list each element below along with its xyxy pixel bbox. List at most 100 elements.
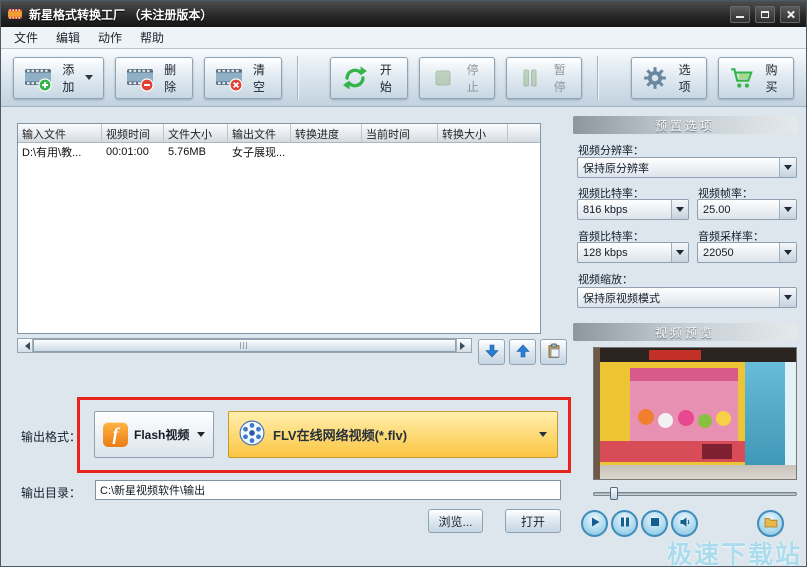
column-header-progress[interactable]: 转换进度	[291, 124, 362, 142]
scroll-right-button[interactable]	[456, 339, 471, 352]
video-bitrate-select[interactable]: 816 kbps	[577, 199, 689, 220]
window-controls	[730, 6, 800, 23]
preview-art-shape	[716, 411, 731, 426]
pause-playback-icon	[619, 516, 631, 531]
app-icon	[7, 6, 23, 22]
maximize-icon	[761, 11, 769, 18]
scroll-left-button[interactable]	[18, 339, 33, 352]
seek-slider[interactable]	[593, 487, 797, 500]
toolbar-separator	[297, 56, 299, 100]
format-select-value: FLV在线网络视频(*.flv)	[273, 425, 407, 444]
cell-output: 女子展现...	[228, 144, 291, 160]
preview-art-shape	[594, 465, 797, 480]
resolution-select[interactable]: 保持原分辨率	[577, 157, 797, 178]
pause-button[interactable]: 暂停	[506, 57, 582, 99]
paste-button[interactable]	[540, 339, 567, 365]
preview-art-shape	[649, 350, 701, 360]
preview-art-shape	[638, 409, 654, 425]
frame-rate-dropdown-icon[interactable]	[779, 200, 796, 219]
scrollbar-grip-icon	[240, 342, 249, 349]
preview-art-shape	[785, 348, 797, 480]
horizontal-scrollbar[interactable]	[17, 338, 472, 353]
scrollbar-track[interactable]	[33, 339, 456, 352]
cell-size: 5.76MB	[164, 146, 228, 158]
move-down-button[interactable]	[478, 339, 505, 365]
pause-button-label: 暂停	[548, 61, 571, 95]
stop-icon	[430, 65, 456, 91]
start-button-label: 开始	[374, 61, 397, 95]
clipboard-icon	[546, 343, 562, 362]
minimize-icon	[736, 16, 744, 18]
video-bitrate-dropdown-icon[interactable]	[671, 200, 688, 219]
move-up-button[interactable]	[509, 339, 536, 365]
buy-button[interactable]: 购买	[718, 57, 794, 99]
film-remove-icon	[126, 64, 154, 92]
window-title: 新星格式转换工厂 （未注册版本）	[29, 6, 212, 23]
pause-playback-button[interactable]	[611, 510, 638, 537]
play-button[interactable]	[581, 510, 608, 537]
clear-button[interactable]: 清空	[204, 57, 282, 99]
app-window: 新星格式转换工厂 （未注册版本） 文件 编辑 动作 帮助 添加 删除	[0, 0, 807, 567]
seek-thumb[interactable]	[610, 487, 618, 500]
output-dir-label: 输出目录：	[21, 484, 81, 501]
volume-button[interactable]	[671, 510, 698, 537]
column-header-input[interactable]: 输入文件	[18, 124, 102, 142]
cell-input: D:\有用\教...	[18, 144, 102, 160]
column-header-size[interactable]: 文件大小	[164, 124, 228, 142]
audio-bitrate-value: 128 kbps	[578, 247, 628, 259]
browse-button[interactable]: 浏览...	[428, 509, 483, 533]
file-row[interactable]: D:\有用\教... 00:01:00 5.76MB 女子展现...	[18, 143, 540, 160]
titlebar: 新星格式转换工厂 （未注册版本）	[1, 1, 806, 27]
sample-rate-select[interactable]: 22050	[697, 242, 797, 263]
format-highlight-box: f Flash视频 FLV在线网络视频(*.flv)	[77, 397, 571, 473]
video-scale-select[interactable]: 保持原视频模式	[577, 287, 797, 308]
menu-help[interactable]: 帮助	[131, 27, 173, 48]
start-icon	[341, 64, 369, 92]
video-scale-label: 视频缩放：	[578, 271, 633, 287]
category-dropdown-icon	[197, 432, 205, 441]
seek-track[interactable]	[593, 492, 797, 496]
flash-icon: f	[103, 422, 128, 447]
add-button[interactable]: 添加	[13, 57, 104, 99]
menu-file[interactable]: 文件	[5, 27, 47, 48]
maximize-button[interactable]	[755, 6, 775, 23]
open-output-folder-button[interactable]	[757, 510, 784, 537]
scrollbar-thumb[interactable]	[33, 339, 456, 352]
arrow-up-icon	[515, 343, 531, 362]
preview-art-shape	[702, 444, 732, 459]
resolution-dropdown-icon[interactable]	[779, 158, 796, 177]
folder-icon	[764, 516, 778, 531]
close-button[interactable]	[780, 6, 800, 23]
output-dir-input[interactable]	[95, 480, 561, 500]
frame-rate-select[interactable]: 25.00	[697, 199, 797, 220]
options-button[interactable]: 选项	[631, 57, 707, 99]
remove-button[interactable]: 删除	[115, 57, 193, 99]
preview-panel-header: 视频预览	[573, 323, 797, 341]
gear-icon	[642, 65, 668, 91]
column-header-converted-size[interactable]: 转换大小	[438, 124, 508, 142]
column-header-current-time[interactable]: 当前时间	[362, 124, 438, 142]
format-category-select[interactable]: f Flash视频	[94, 411, 214, 458]
output-format-label: 输出格式：	[21, 428, 81, 445]
column-header-duration[interactable]: 视频时间	[102, 124, 164, 142]
open-button[interactable]: 打开	[505, 509, 561, 533]
pause-icon	[517, 65, 543, 91]
menu-edit[interactable]: 编辑	[47, 27, 89, 48]
menu-action[interactable]: 动作	[89, 27, 131, 48]
format-select[interactable]: FLV在线网络视频(*.flv)	[228, 411, 558, 458]
video-scale-dropdown-icon[interactable]	[779, 288, 796, 307]
audio-bitrate-select[interactable]: 128 kbps	[577, 242, 689, 263]
flv-format-icon	[239, 420, 265, 449]
resolution-label: 视频分辨率：	[578, 142, 644, 158]
format-dropdown-icon	[539, 432, 547, 441]
cell-duration: 00:01:00	[102, 146, 164, 158]
column-header-output[interactable]: 输出文件	[228, 124, 291, 142]
audio-bitrate-dropdown-icon[interactable]	[671, 243, 688, 262]
stop-playback-button[interactable]	[641, 510, 668, 537]
start-button[interactable]: 开始	[330, 57, 408, 99]
sample-rate-dropdown-icon[interactable]	[779, 243, 796, 262]
film-add-icon	[24, 64, 52, 92]
minimize-button[interactable]	[730, 6, 750, 23]
stop-button[interactable]: 停止	[419, 57, 495, 99]
scroll-right-icon	[460, 342, 469, 350]
